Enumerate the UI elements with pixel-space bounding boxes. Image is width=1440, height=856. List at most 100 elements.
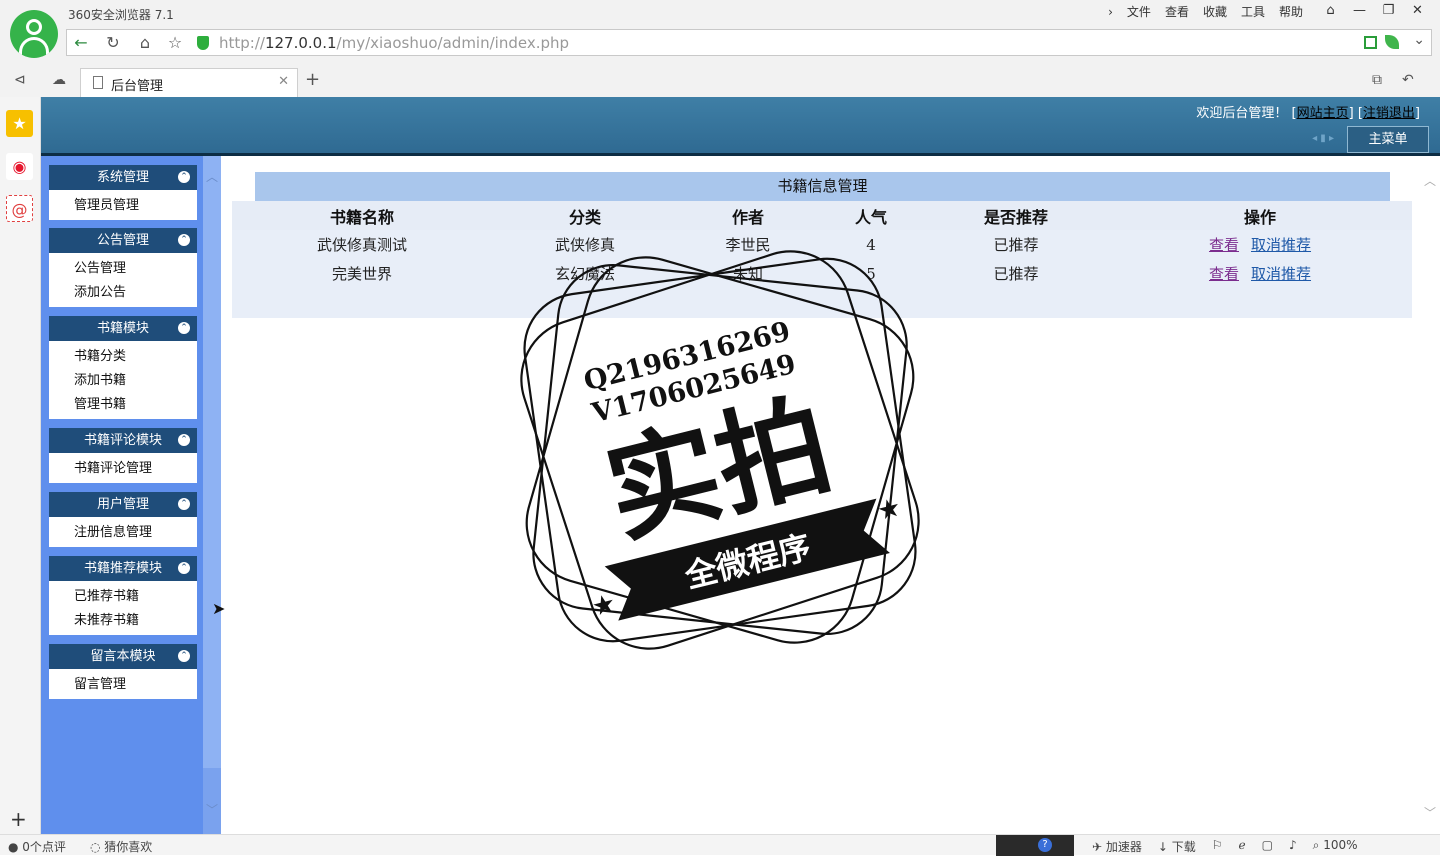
- status-tools-panel[interactable]: ?: [996, 835, 1074, 856]
- undo-close-icon[interactable]: ↶: [1402, 72, 1414, 88]
- column-header: 作者: [678, 201, 818, 230]
- home-icon[interactable]: ⌂: [133, 32, 157, 54]
- security-shield-icon[interactable]: [197, 36, 209, 50]
- nav-link-add-notice[interactable]: 添加公告: [49, 281, 197, 305]
- nav-link-recommended[interactable]: 已推荐书籍: [49, 585, 197, 609]
- cancel-recommend-link[interactable]: 取消推荐: [1251, 236, 1311, 254]
- window-icon[interactable]: ▢: [1262, 838, 1273, 855]
- nav-group-header[interactable]: 书籍推荐模块 ⌃: [49, 556, 197, 581]
- qr-code-icon[interactable]: [1364, 36, 1377, 49]
- nav-group-header[interactable]: 书籍评论模块 ⌃: [49, 428, 197, 453]
- nav-group-header[interactable]: 系统管理 ⌃: [49, 165, 197, 190]
- sound-icon[interactable]: ♪: [1289, 838, 1297, 855]
- close-icon[interactable]: ✕: [278, 74, 289, 89]
- download-button[interactable]: ↓ 下载: [1158, 838, 1196, 855]
- refresh-icon[interactable]: ↻: [101, 32, 125, 54]
- collapse-icon[interactable]: ⌃: [178, 498, 190, 510]
- url-input[interactable]: http://127.0.0.1/my/xiaoshuo/admin/index…: [219, 34, 569, 52]
- weibo-icon[interactable]: ◉: [6, 153, 33, 180]
- ie-icon[interactable]: ℯ: [1239, 838, 1246, 855]
- zoom-control[interactable]: ⌕ 100%: [1313, 838, 1358, 855]
- nav-group-system: 系统管理 ⌃ 管理员管理: [49, 165, 197, 220]
- tab-strip: ⊲ ☁ 后台管理 ✕ + ⧉ ↶: [0, 66, 1440, 97]
- scroll-down-icon[interactable]: ﹀: [1424, 804, 1436, 821]
- comments-status[interactable]: ● 0个点评: [8, 838, 66, 855]
- table-row: 武侠修真测试 武侠修真 李世民 4 已推荐 查看 取消推荐: [232, 230, 1412, 259]
- menu-help[interactable]: 帮助: [1272, 4, 1310, 20]
- menu-expand-icon[interactable]: ›: [1101, 4, 1120, 20]
- document-icon: [93, 76, 103, 89]
- collapse-icon[interactable]: ⌃: [178, 171, 190, 183]
- nav-group-title: 公告管理: [96, 233, 149, 248]
- nav-group-header[interactable]: 书籍模块 ⌃: [49, 316, 197, 341]
- download-label: 下载: [1171, 840, 1196, 854]
- nav-link-add-book[interactable]: 添加书籍: [49, 369, 197, 393]
- nav-link-admin-manage[interactable]: 管理员管理: [49, 194, 197, 218]
- mail-icon[interactable]: @: [6, 195, 33, 222]
- tab-list-icon[interactable]: ⧉: [1372, 72, 1382, 88]
- column-header: 操作: [1108, 201, 1412, 230]
- menu-favorites[interactable]: 收藏: [1196, 4, 1234, 20]
- scroll-up-icon[interactable]: ︿: [206, 168, 218, 185]
- logout-link[interactable]: 注销退出: [1363, 106, 1415, 121]
- maximize-icon[interactable]: ❐: [1374, 0, 1403, 22]
- collapse-icon[interactable]: ⌃: [178, 562, 190, 574]
- nav-link-message-manage[interactable]: 留言管理: [49, 673, 197, 697]
- collapse-icon[interactable]: ⌃: [178, 234, 190, 246]
- cancel-recommend-link[interactable]: 取消推荐: [1251, 265, 1311, 283]
- guess-like-label: 猜你喜欢: [104, 840, 153, 854]
- flag-icon[interactable]: ⚐: [1212, 838, 1223, 855]
- nav-link-comment-manage[interactable]: 书籍评论管理: [49, 457, 197, 481]
- menu-view[interactable]: 查看: [1158, 4, 1196, 20]
- book-name: 完美世界: [232, 259, 492, 288]
- view-link[interactable]: 查看: [1209, 265, 1239, 283]
- menu-file[interactable]: 文件: [1120, 4, 1158, 20]
- home-link[interactable]: 网站主页: [1297, 106, 1349, 121]
- sidebar-add-button[interactable]: +: [10, 807, 27, 831]
- nav-group-title: 留言本模块: [90, 649, 156, 664]
- tab-admin[interactable]: 后台管理 ✕: [80, 68, 298, 97]
- user-avatar-icon[interactable]: [10, 10, 58, 58]
- close-window-icon[interactable]: ✕: [1403, 0, 1432, 22]
- cloud-icon[interactable]: ☁: [52, 72, 66, 88]
- table-row-empty: [232, 288, 1412, 318]
- skin-icon[interactable]: ⌂: [1316, 0, 1345, 22]
- favorites-star-icon[interactable]: ★: [6, 110, 33, 137]
- new-tab-button[interactable]: +: [305, 69, 320, 90]
- nav-group-header[interactable]: 留言本模块 ⌃: [49, 644, 197, 669]
- nav-group-title: 用户管理: [96, 497, 149, 512]
- menu-tools[interactable]: 工具: [1234, 4, 1272, 20]
- nav-group-header[interactable]: 公告管理 ⌃: [49, 228, 197, 253]
- sidebar-toggle-icon[interactable]: ⊲: [14, 72, 26, 88]
- nav-group-notice: 公告管理 ⌃ 公告管理 添加公告: [49, 228, 197, 307]
- header-scroll-arrows[interactable]: ◂ ▮ ▸: [1312, 133, 1334, 144]
- comments-count: 0个点评: [22, 840, 66, 854]
- book-popularity: 4: [818, 230, 924, 259]
- nav-link-not-recommended[interactable]: 未推荐书籍: [49, 609, 197, 633]
- collapse-icon[interactable]: ⌃: [178, 322, 190, 334]
- collapse-icon[interactable]: ⌃: [178, 434, 190, 446]
- scroll-down-icon[interactable]: ﹀: [206, 801, 218, 818]
- help-icon[interactable]: ?: [1038, 838, 1052, 852]
- view-link[interactable]: 查看: [1209, 236, 1239, 254]
- star-icon[interactable]: ☆: [163, 32, 187, 54]
- leaf-icon[interactable]: [1385, 35, 1399, 49]
- accelerator-button[interactable]: ✈ 加速器: [1092, 838, 1142, 855]
- scroll-up-icon[interactable]: ︿: [1424, 172, 1436, 189]
- nav-link-book-category[interactable]: 书籍分类: [49, 345, 197, 369]
- browser-sidebar: ★ ◉ @ +: [0, 97, 41, 834]
- collapse-icon[interactable]: ⌃: [178, 650, 190, 662]
- nav-link-manage-books[interactable]: 管理书籍: [49, 393, 197, 417]
- minimize-icon[interactable]: —: [1345, 0, 1374, 22]
- chevron-down-icon[interactable]: ⌄: [1413, 32, 1425, 48]
- sidebar-scrollbar[interactable]: ︿ ﹀: [203, 156, 221, 834]
- main-menu-button[interactable]: 主菜单: [1347, 126, 1429, 153]
- column-header: 是否推荐: [924, 201, 1108, 230]
- address-bar: ← ↻ ⌂ ☆ http://127.0.0.1/my/xiaoshuo/adm…: [66, 29, 1432, 56]
- guess-like-status[interactable]: ◌ 猜你喜欢: [90, 838, 152, 855]
- back-arrow-icon[interactable]: ←: [69, 32, 93, 54]
- nav-link-notice-manage[interactable]: 公告管理: [49, 257, 197, 281]
- nav-link-register-manage[interactable]: 注册信息管理: [49, 521, 197, 545]
- app-title: 360安全浏览器 7.1: [68, 8, 174, 22]
- nav-group-header[interactable]: 用户管理 ⌃: [49, 492, 197, 517]
